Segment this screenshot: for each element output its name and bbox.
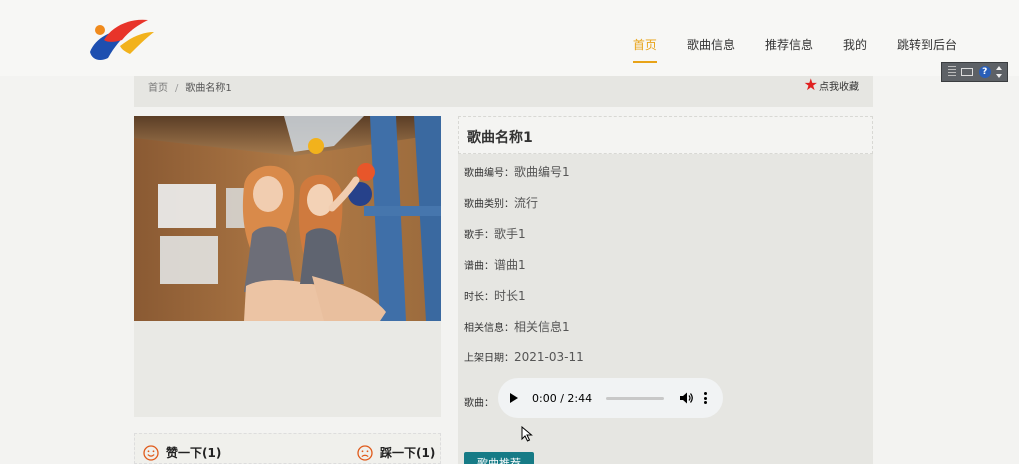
site-logo[interactable] bbox=[86, 10, 158, 66]
grip-icon[interactable] bbox=[947, 66, 956, 78]
info-row-song-number: 歌曲编号： 歌曲编号1 bbox=[464, 163, 570, 180]
dislike-button[interactable]: 踩一下(1) bbox=[357, 444, 435, 461]
info-label: 歌曲类别： bbox=[464, 199, 514, 210]
song-title-box: 歌曲名称1 bbox=[458, 116, 873, 154]
info-value: 谱曲1 bbox=[494, 258, 526, 272]
nav-item-song-info[interactable]: 歌曲信息 bbox=[687, 36, 735, 63]
info-value: 歌曲编号1 bbox=[514, 165, 570, 179]
breadcrumb-bar: 首页 / 歌曲名称1 ★ 点我收藏 bbox=[134, 76, 873, 107]
info-row-composer: 谱曲： 谱曲1 bbox=[464, 256, 526, 273]
info-label: 歌曲编号： bbox=[464, 168, 514, 179]
nav-item-recommend-info[interactable]: 推荐信息 bbox=[765, 36, 813, 63]
header: 首页 歌曲信息 推荐信息 我的 跳转到后台 bbox=[0, 0, 1019, 76]
smile-face-icon bbox=[143, 444, 159, 461]
song-title: 歌曲名称1 bbox=[467, 130, 533, 146]
volume-icon[interactable] bbox=[680, 392, 694, 404]
info-row-related-info: 相关信息： 相关信息1 bbox=[464, 318, 570, 335]
info-label: 时长： bbox=[464, 292, 494, 303]
more-options-icon[interactable] bbox=[704, 392, 708, 404]
info-label: 歌手： bbox=[464, 230, 494, 241]
info-label: 谱曲： bbox=[464, 261, 494, 272]
audio-time: 0:00 / 2:44 bbox=[532, 391, 593, 405]
favorite-label: 点我收藏 bbox=[819, 81, 859, 93]
ime-toolbar[interactable]: ? bbox=[941, 62, 1008, 82]
dislike-label: 踩一下(1) bbox=[380, 446, 436, 460]
info-row-singer: 歌手： 歌手1 bbox=[464, 225, 526, 242]
breadcrumb-current: 歌曲名称1 bbox=[185, 83, 232, 94]
nav-item-admin[interactable]: 跳转到后台 bbox=[897, 36, 957, 63]
like-label: 赞一下(1) bbox=[166, 446, 222, 460]
favorite-button[interactable]: ★ 点我收藏 bbox=[804, 77, 859, 93]
breadcrumb: 首页 / 歌曲名称1 bbox=[148, 79, 232, 94]
song-image-panel bbox=[134, 116, 441, 417]
main-nav: 首页 歌曲信息 推荐信息 我的 跳转到后台 bbox=[603, 36, 957, 63]
options-arrows-icon[interactable] bbox=[996, 66, 1003, 78]
nav-item-home[interactable]: 首页 bbox=[632, 36, 657, 63]
info-row-release-date: 上架日期： 2021-03-11 bbox=[464, 349, 584, 364]
audio-progress-bar[interactable] bbox=[606, 396, 665, 400]
info-label: 上架日期： bbox=[464, 353, 514, 364]
mouse-cursor-icon bbox=[521, 426, 533, 442]
sad-face-icon bbox=[357, 444, 373, 461]
info-value: 2021-03-11 bbox=[514, 350, 584, 364]
audio-label: 歌曲： bbox=[464, 398, 494, 409]
like-button[interactable]: 赞一下(1) bbox=[143, 444, 221, 461]
info-row-duration: 时长： 时长1 bbox=[464, 287, 526, 304]
keyboard-icon[interactable] bbox=[961, 68, 974, 76]
breadcrumb-separator: / bbox=[175, 83, 179, 94]
play-icon[interactable] bbox=[510, 393, 518, 403]
breadcrumb-home[interactable]: 首页 bbox=[148, 83, 168, 94]
help-icon[interactable]: ? bbox=[978, 66, 991, 78]
audio-player[interactable]: 0:00 / 2:44 bbox=[498, 378, 723, 418]
song-detail-panel: 歌曲名称1 歌曲编号： 歌曲编号1 歌曲类别： 流行 歌手： 歌手1 谱曲： 谱曲1 时… bbox=[458, 116, 873, 464]
star-icon: ★ bbox=[803, 75, 818, 94]
info-row-song-category: 歌曲类别： 流行 bbox=[464, 194, 538, 211]
nav-item-mine[interactable]: 我的 bbox=[843, 36, 867, 63]
vote-bar: 赞一下(1) 踩一下(1) bbox=[134, 433, 441, 464]
info-label: 相关信息： bbox=[464, 323, 514, 334]
info-value: 时长1 bbox=[494, 289, 526, 303]
info-value: 流行 bbox=[514, 196, 539, 210]
song-cover-image bbox=[134, 116, 441, 321]
info-value: 歌手1 bbox=[494, 227, 526, 241]
info-value: 相关信息1 bbox=[514, 320, 570, 334]
song-recommend-button[interactable]: 歌曲推荐 bbox=[464, 452, 534, 464]
